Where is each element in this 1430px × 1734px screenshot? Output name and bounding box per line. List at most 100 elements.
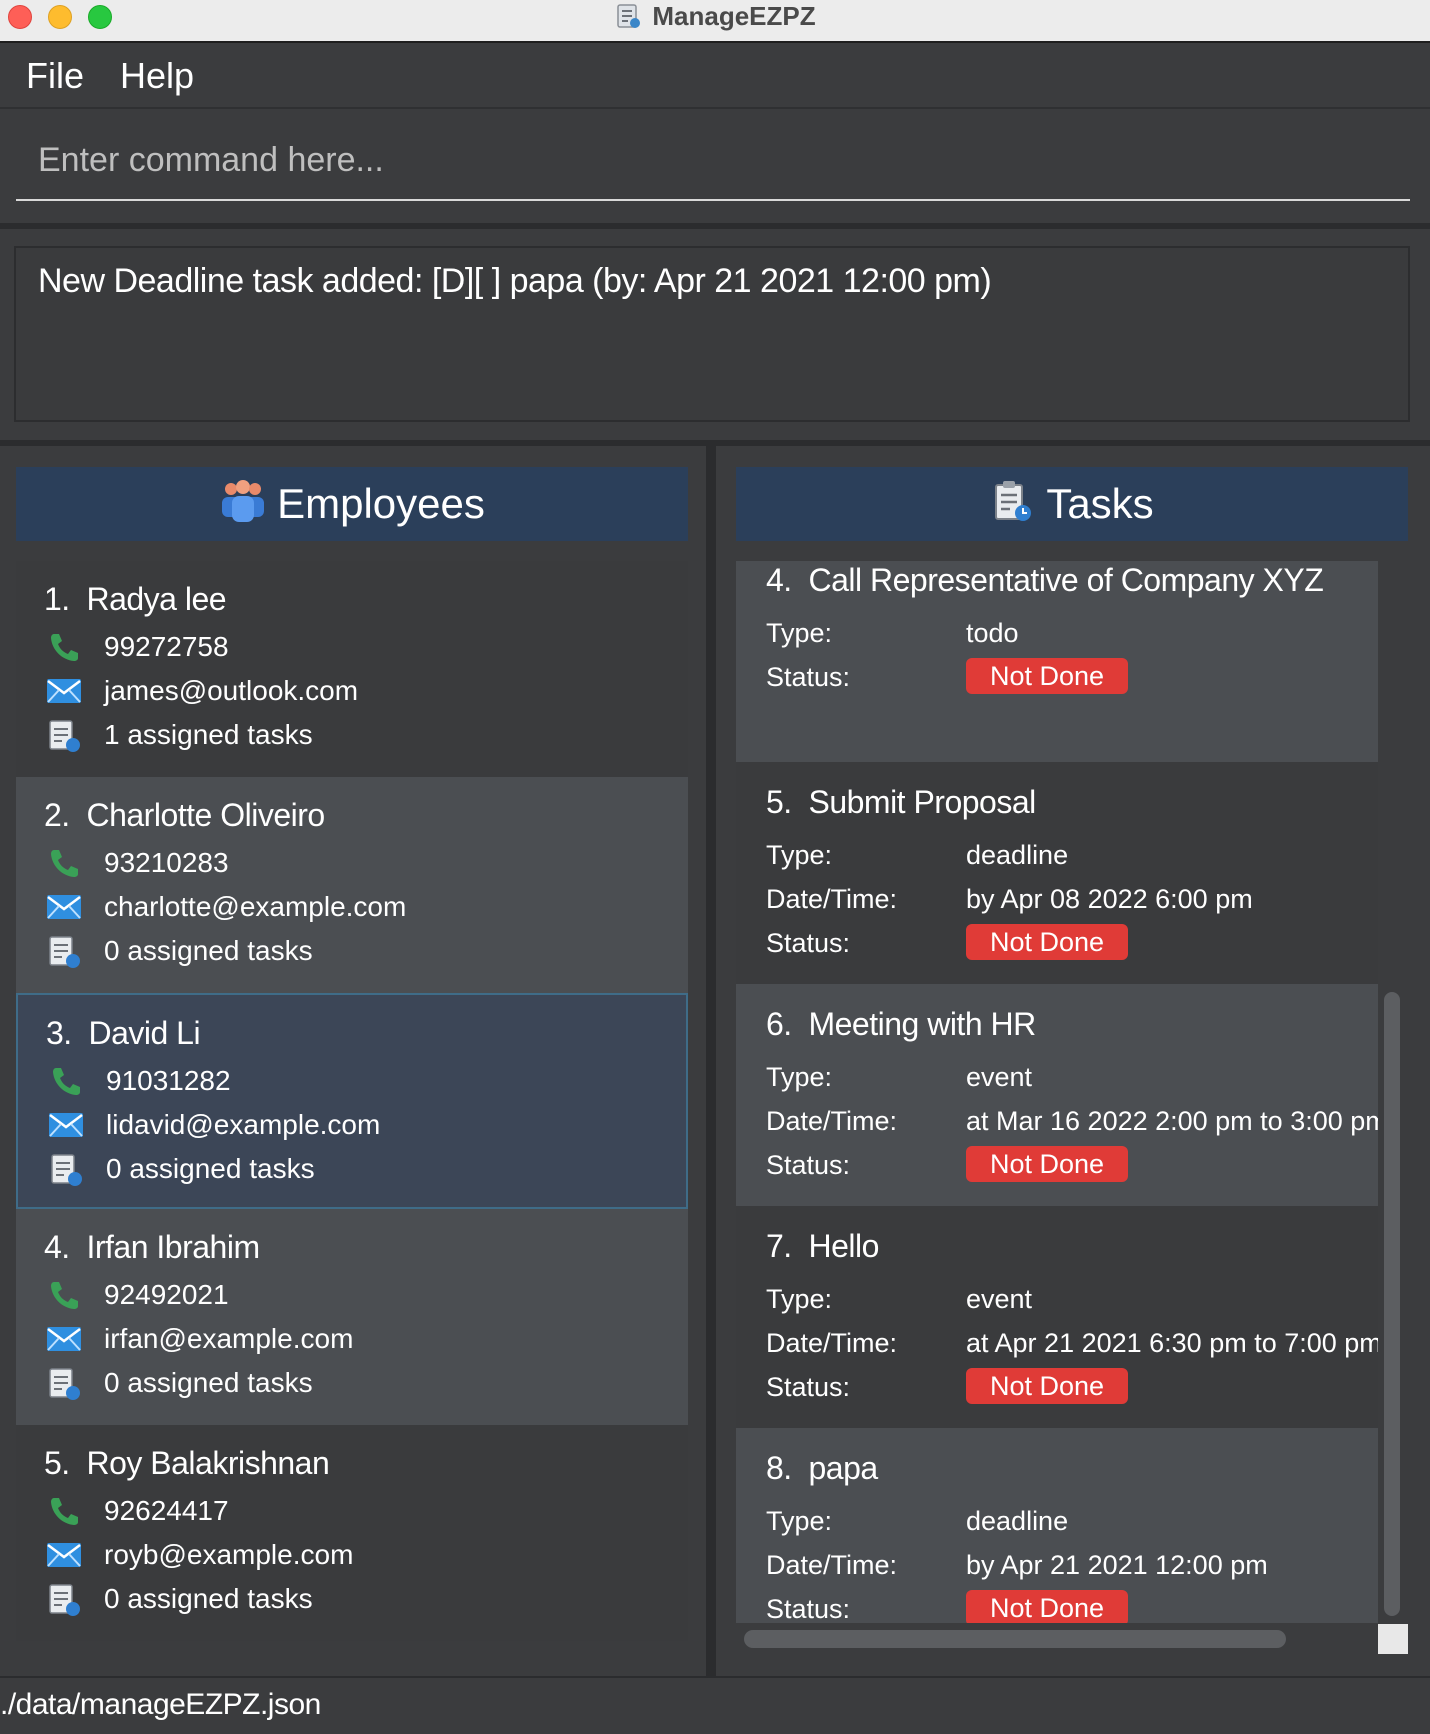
- employee-phone: 92624417: [104, 1495, 229, 1526]
- task-type-label: Type:: [766, 840, 833, 870]
- task-type: deadline: [966, 1506, 1069, 1536]
- task-card[interactable]: 7. Hello Type: event Date/Time: at Apr 2…: [736, 1206, 1378, 1428]
- email-icon: [46, 673, 82, 709]
- employee-task-count: 0 assigned tasks: [106, 1153, 315, 1184]
- employees-panel-header: Employees: [16, 467, 688, 541]
- task-status-label: Status:: [766, 1594, 851, 1623]
- horizontal-scroll-thumb[interactable]: [744, 1630, 1286, 1648]
- employee-card[interactable]: 5. Roy Balakrishnan 92624417 royb@exampl…: [16, 1425, 688, 1641]
- task-title: 7. Hello: [766, 1228, 879, 1264]
- task-list-icon: [46, 1365, 82, 1401]
- status-badge: Not Done: [966, 924, 1129, 960]
- phone-icon: [46, 1277, 82, 1313]
- task-status-label: Status:: [766, 1150, 851, 1180]
- vertical-scroll-thumb[interactable]: [1384, 992, 1400, 1616]
- task-datetime-label: Date/Time:: [766, 1328, 898, 1358]
- employee-name: 3. David Li: [46, 1015, 201, 1051]
- divider: [0, 223, 1430, 229]
- employee-card-selected[interactable]: 3. David Li 91031282 lidavid@example.com…: [16, 993, 688, 1209]
- employee-phone: 91031282: [106, 1065, 231, 1096]
- task-title: 6. Meeting with HR: [766, 1006, 1036, 1042]
- employee-list[interactable]: 1. Radya lee 99272758 james@outlook.com …: [16, 561, 688, 1641]
- result-display: New Deadline task added: [D][ ] papa (by…: [14, 246, 1410, 422]
- scroll-corner: [1378, 1624, 1408, 1654]
- result-message: New Deadline task added: [D][ ] papa (by…: [38, 262, 992, 300]
- phone-icon: [48, 1063, 84, 1099]
- status-badge: Not Done: [966, 1146, 1129, 1182]
- task-type: event: [966, 1284, 1033, 1314]
- task-list-icon: [46, 933, 82, 969]
- employee-card[interactable]: 1. Radya lee 99272758 james@outlook.com …: [16, 561, 688, 777]
- panel-divider: [706, 446, 716, 1676]
- task-list-icon: [46, 717, 82, 753]
- task-datetime: at Apr 21 2021 6:30 pm to 7:00 pm: [966, 1328, 1378, 1358]
- task-list-icon: [46, 1581, 82, 1617]
- employee-task-count: 0 assigned tasks: [104, 1367, 313, 1398]
- task-datetime-label: Date/Time:: [766, 1550, 898, 1580]
- employee-phone: 93210283: [104, 847, 229, 878]
- task-status-label: Status:: [766, 928, 851, 958]
- task-card[interactable]: 5. Submit Proposal Type: deadline Date/T…: [736, 762, 1378, 984]
- phone-icon: [46, 845, 82, 881]
- task-title: 5. Submit Proposal: [766, 784, 1036, 820]
- task-list[interactable]: 4. Call Representative of Company XYZ Ty…: [736, 561, 1378, 1623]
- employee-task-count: 0 assigned tasks: [104, 935, 313, 966]
- employee-name: 1. Radya lee: [44, 581, 227, 617]
- task-datetime: by Apr 08 2022 6:00 pm: [966, 884, 1253, 914]
- employee-phone: 99272758: [104, 631, 229, 662]
- task-title: 4. Call Representative of Company XYZ: [766, 562, 1324, 598]
- task-type-label: Type:: [766, 1284, 833, 1314]
- employee-name: 2. Charlotte Oliveiro: [44, 797, 325, 833]
- task-type-label: Type:: [766, 1506, 833, 1536]
- status-badge: Not Done: [966, 658, 1129, 694]
- command-input[interactable]: [16, 121, 1410, 201]
- task-type: event: [966, 1062, 1033, 1092]
- employee-task-count: 1 assigned tasks: [104, 719, 313, 750]
- employee-name: 4. Irfan Ibrahim: [44, 1229, 260, 1265]
- task-datetime-label: Date/Time:: [766, 884, 898, 914]
- status-badge: Not Done: [966, 1590, 1129, 1623]
- task-list-icon: [990, 479, 1036, 530]
- data-file-path: ./data/manageEZPZ.json: [0, 1688, 321, 1721]
- employee-card[interactable]: 4. Irfan Ibrahim 92492021 irfan@example.…: [16, 1209, 688, 1425]
- tasks-panel-header: Tasks: [736, 467, 1408, 541]
- employee-name: 5. Roy Balakrishnan: [44, 1445, 330, 1481]
- task-type-label: Type:: [766, 618, 833, 648]
- email-icon: [46, 889, 82, 925]
- task-status-label: Status:: [766, 1372, 851, 1402]
- email-icon: [46, 1537, 82, 1573]
- employee-email: charlotte@example.com: [104, 891, 407, 922]
- tasks-header-title: Tasks: [1046, 480, 1154, 527]
- task-type-label: Type:: [766, 1062, 833, 1092]
- task-datetime: at Mar 16 2022 2:00 pm to 3:00 pm: [966, 1106, 1378, 1136]
- menu-help[interactable]: Help: [120, 55, 194, 97]
- email-icon: [46, 1321, 82, 1357]
- window-titlebar: ManageEZPZ: [0, 0, 1430, 43]
- menu-bar: File Help: [0, 43, 1430, 109]
- employee-email: royb@example.com: [104, 1539, 354, 1570]
- app-title: ManageEZPZ: [652, 0, 816, 31]
- task-status-label: Status:: [766, 662, 851, 692]
- employee-email: james@outlook.com: [104, 675, 359, 706]
- task-datetime: by Apr 21 2021 12:00 pm: [966, 1550, 1268, 1580]
- task-card[interactable]: 4. Call Representative of Company XYZ Ty…: [736, 561, 1378, 762]
- employee-task-count: 0 assigned tasks: [104, 1583, 313, 1614]
- status-bar: ./data/manageEZPZ.json: [0, 1676, 1430, 1734]
- task-type: deadline: [966, 840, 1069, 870]
- task-card[interactable]: 8. papa Type: deadline Date/Time: by Apr…: [736, 1428, 1378, 1623]
- phone-icon: [46, 1493, 82, 1529]
- menu-file[interactable]: File: [26, 55, 84, 97]
- employee-email: irfan@example.com: [104, 1323, 354, 1354]
- employee-card[interactable]: 2. Charlotte Oliveiro 93210283 charlotte…: [16, 777, 688, 993]
- task-card[interactable]: 6. Meeting with HR Type: event Date/Time…: [736, 984, 1378, 1206]
- employee-email: lidavid@example.com: [106, 1109, 381, 1140]
- status-badge: Not Done: [966, 1368, 1129, 1404]
- employees-header-title: Employees: [277, 480, 485, 527]
- employees-icon: [219, 479, 267, 529]
- phone-icon: [46, 629, 82, 665]
- task-list-icon: [48, 1151, 84, 1187]
- task-type: todo: [966, 618, 1019, 648]
- task-title: 8. papa: [766, 1450, 878, 1486]
- command-box: [0, 109, 1430, 223]
- app-icon: [614, 2, 642, 30]
